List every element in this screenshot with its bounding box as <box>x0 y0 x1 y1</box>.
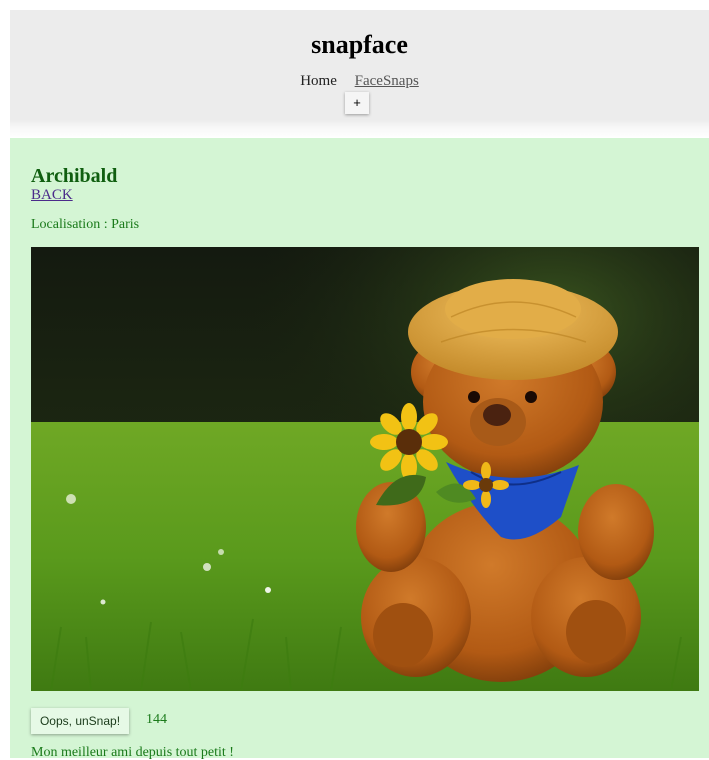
nav-home-link[interactable]: Home <box>300 73 337 89</box>
unsnap-button[interactable]: Oops, unSnap! <box>31 708 129 734</box>
snap-title: Archibald <box>31 165 118 187</box>
snap-location: Localisation : Paris <box>31 217 140 232</box>
nav-facesnaps-link[interactable]: FaceSnaps <box>355 73 419 89</box>
main-nav: Home FaceSnaps <box>10 74 709 89</box>
header-shadow <box>10 120 709 138</box>
app-header: snapface Home FaceSnaps + <box>10 10 709 120</box>
facesnap-card: Archibald BACK Localisation : Paris Oops… <box>10 138 709 760</box>
add-snap-button[interactable]: + <box>345 92 369 114</box>
app-title: snapface <box>311 30 408 59</box>
snap-count: 144 <box>146 712 167 727</box>
back-link[interactable]: BACK <box>31 188 73 203</box>
snap-image <box>31 247 699 691</box>
